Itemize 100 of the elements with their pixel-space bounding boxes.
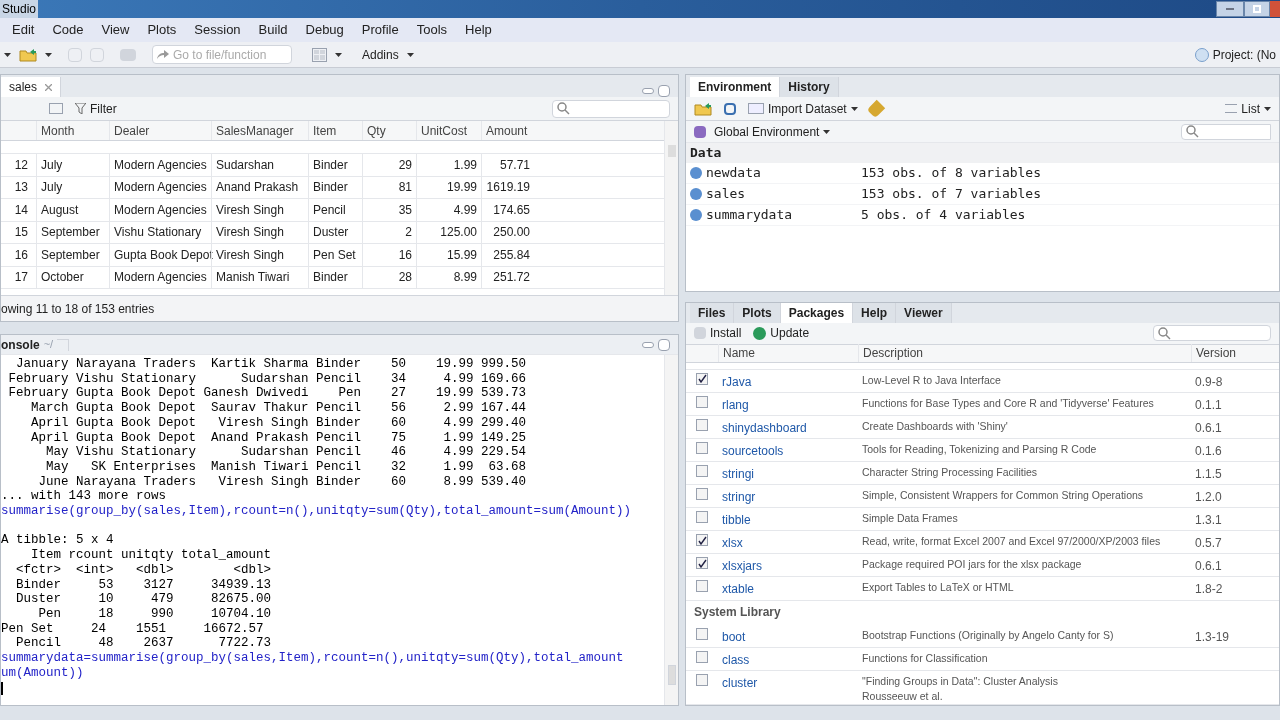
package-name[interactable]: xlsxjars [718,557,858,576]
column-header[interactable]: Item [308,121,362,140]
table-cell: Pen Set [308,244,362,266]
package-name[interactable]: xtable [718,580,858,599]
table-cell: 28 [362,266,416,288]
column-header[interactable]: Month [36,121,109,140]
package-name[interactable]: tibble [718,511,858,530]
menu-item[interactable]: Code [52,20,84,40]
expand-icon[interactable] [690,209,702,221]
package-name[interactable]: cluster [718,674,858,693]
package-name[interactable]: sourcetools [718,442,858,460]
menu-item[interactable]: Help [465,20,492,40]
package-version: 0.1.6 [1194,443,1223,460]
search-field[interactable] [552,99,670,118]
checkbox[interactable] [696,557,708,570]
pane-tab[interactable]: History [780,77,839,97]
checkbox[interactable] [696,511,708,524]
row-number: 13 [13,179,29,197]
package-version: 1.1.5 [1194,466,1223,484]
column-header[interactable]: Dealer [109,121,211,140]
file-tab[interactable]: sales [1,77,61,97]
pane-tab[interactable]: Packages [780,303,854,323]
menu-item[interactable]: View [101,20,130,40]
checkbox[interactable] [696,674,708,687]
expand-icon[interactable] [690,188,702,200]
pane-tab[interactable]: Help [853,303,897,323]
import-dataset-button[interactable]: Import Dataset [748,99,858,118]
checkbox[interactable] [696,628,708,641]
menu-item[interactable]: Edit [12,20,35,40]
project-menu[interactable]: Project: (No [1212,45,1276,64]
column-header[interactable]: Qty [362,121,416,140]
go-to-file-field[interactable]: Go to file/function [152,45,292,64]
filter-button[interactable]: Filter [75,99,117,118]
checkbox[interactable] [696,395,708,408]
minimize-pane-icon[interactable] [642,88,654,94]
checkbox[interactable] [696,651,708,664]
caret-icon [335,52,342,57]
pane-tab[interactable]: Plots [734,303,781,323]
menu-item[interactable]: Tools [416,20,448,40]
close-icon[interactable] [45,83,52,91]
column-header[interactable]: Name [718,344,858,363]
variable-name[interactable]: summarydata [706,205,861,225]
table-cell: September [36,244,109,266]
console-tab[interactable]: onsole [1,335,40,354]
minimize-window-icon[interactable] [1216,1,1244,17]
checkbox[interactable] [696,580,708,593]
maximize-pane-icon[interactable] [658,338,670,351]
expand-icon[interactable] [690,167,702,179]
package-name[interactable]: stringr [718,488,858,507]
package-name[interactable]: stringi [718,465,858,484]
restore-window-icon[interactable] [1244,1,1270,17]
load-workspace-icon[interactable] [694,101,712,116]
variable-name[interactable]: newdata [706,163,861,183]
package-name[interactable]: rJava [718,372,858,391]
table-cell: 29 [362,154,416,176]
package-name[interactable]: shinydashboard [718,418,858,437]
install-button[interactable]: Install [694,324,742,343]
column-header[interactable]: Amount [481,121,534,140]
column-header[interactable]: UnitCost [416,121,481,140]
menu-item[interactable]: Session [194,20,241,40]
grid-layout-icon[interactable] [312,47,327,62]
column-header[interactable]: SalesManager [211,121,308,140]
column-header[interactable]: Version [1191,344,1251,363]
table-cell: Vishu Stationary [109,221,211,243]
variable-name[interactable]: sales [706,184,861,204]
menu-item[interactable]: Profile [361,20,399,40]
search-field[interactable] [1181,123,1271,140]
scrollbar[interactable] [664,121,678,295]
pane-tab[interactable]: Files [690,303,735,323]
checkbox[interactable] [696,488,708,501]
update-button[interactable]: Update [753,324,810,343]
popout-icon[interactable] [49,103,63,114]
menu-item[interactable]: Build [258,20,288,40]
caret-icon [850,106,858,111]
global-environment-dropdown[interactable]: Global Environment [714,122,831,141]
package-name[interactable]: class [718,651,858,670]
package-version: 0.5.7 [1194,535,1223,553]
column-header[interactable]: Description [858,344,1191,363]
view-mode-button[interactable]: List [1225,99,1271,118]
caret-icon [4,52,11,57]
checkbox[interactable] [696,372,708,385]
checkbox[interactable] [696,534,708,547]
menu-item[interactable]: Debug [305,20,344,40]
table-cell: Viresh Singh [211,221,308,243]
scrollbar[interactable] [664,355,678,705]
package-name[interactable]: boot [718,628,858,647]
package-name[interactable]: rlang [718,395,858,414]
pane-tab[interactable]: Environment [690,77,781,97]
package-name[interactable]: xlsx [718,534,858,553]
menu-item[interactable]: Plots [147,20,177,40]
checkbox[interactable] [696,442,708,454]
minimize-pane-icon[interactable] [642,341,654,348]
open-folder-icon[interactable] [19,47,37,62]
addins-button[interactable]: Addins [362,45,399,64]
pane-tab[interactable]: Viewer [896,303,952,323]
checkmark-icon [697,535,707,545]
checkbox[interactable] [696,465,708,478]
maximize-pane-icon[interactable] [658,85,670,97]
search-field[interactable] [1153,325,1271,342]
checkbox[interactable] [696,418,708,431]
